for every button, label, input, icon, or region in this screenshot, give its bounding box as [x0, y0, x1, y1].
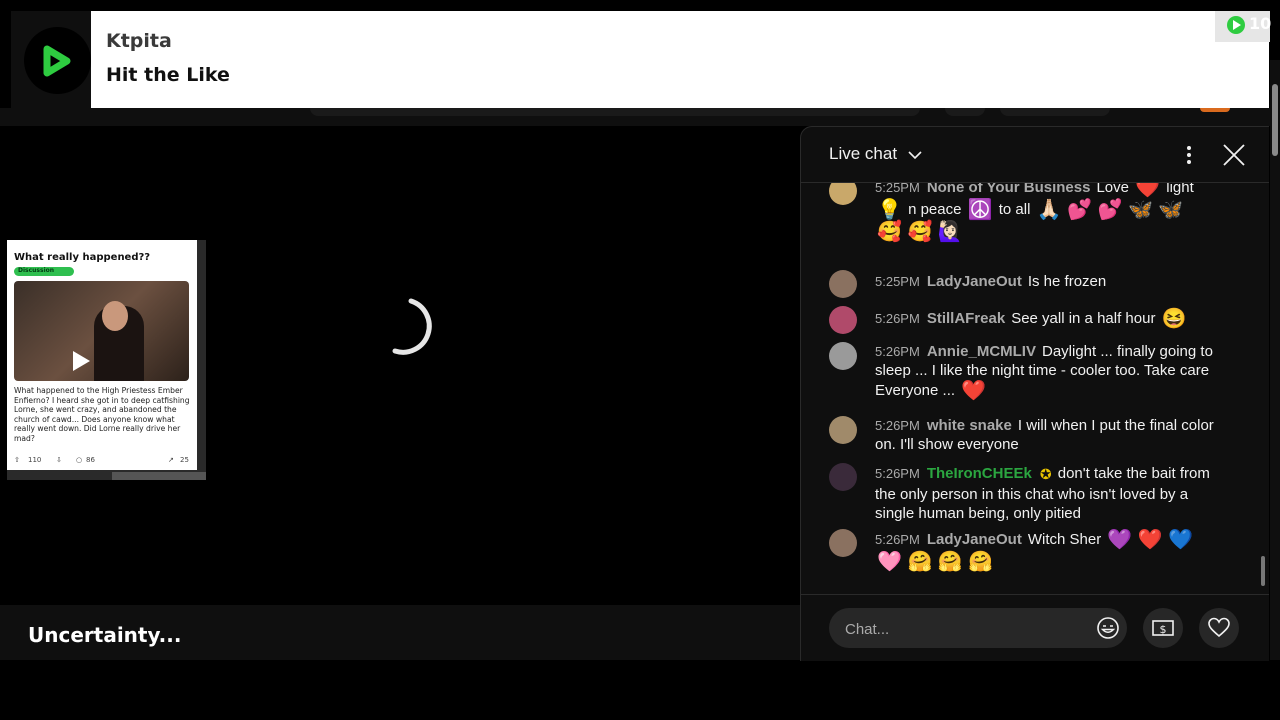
notification-banner[interactable]: Ktpita Hit the Like 10 — [0, 0, 1272, 108]
avatar[interactable] — [829, 416, 857, 444]
like-button[interactable] — [1199, 608, 1239, 648]
close-icon[interactable] — [1221, 142, 1247, 168]
chat-scroll-thumb[interactable] — [1261, 556, 1265, 586]
chat-input-box[interactable] — [829, 608, 1127, 648]
bulb-emoji-icon: 💡 — [877, 199, 902, 221]
post-tag: Discussion — [14, 267, 74, 276]
banner-background — [59, 11, 1269, 108]
message-text: n peace — [908, 200, 962, 218]
more-vert-icon[interactable] — [1179, 143, 1199, 167]
message-text: to all — [998, 200, 1031, 218]
page-scroll-thumb[interactable] — [1272, 84, 1278, 156]
downvote-icon: ⇩ — [56, 456, 62, 464]
search-bar-edge[interactable] — [310, 108, 920, 116]
share-count: 25 — [180, 456, 189, 464]
message-text: Witch Sher — [1027, 530, 1102, 548]
hug-emoji-icon: 🩷 🤗 🤗 🤗 — [877, 551, 994, 573]
message-time: 5:26PM — [875, 465, 920, 481]
avatar[interactable] — [829, 306, 857, 334]
avatar[interactable] — [829, 463, 857, 491]
message-text: Is he frozen — [1027, 273, 1107, 290]
account-avatar-edge[interactable] — [1200, 108, 1230, 112]
upvote-count: 110 — [28, 456, 42, 464]
dollar-icon: $ — [1152, 620, 1174, 636]
upvote-icon: ⇧ — [14, 456, 20, 464]
mic-button-edge[interactable] — [945, 108, 985, 116]
comment-icon: ○ — [76, 456, 83, 464]
super-chat-button[interactable]: $ — [1143, 608, 1183, 648]
message-author[interactable]: TheIronCHEEk — [927, 465, 1032, 482]
message-author[interactable]: white snake — [927, 417, 1012, 434]
video-overlay-card[interactable]: What really happened?? Discussion What h… — [7, 240, 206, 480]
message-text: I will when I put the final color on. I'… — [875, 417, 1214, 453]
heart-icon — [1208, 617, 1230, 638]
message-text: See yall in a half hour — [1011, 309, 1156, 327]
message-author[interactable]: LadyJaneOut — [927, 273, 1022, 290]
avatar[interactable] — [829, 270, 857, 298]
comment-count: 86 — [86, 456, 95, 464]
video-player[interactable]: What really happened?? Discussion What h… — [0, 126, 800, 605]
heart-emoji-icon: ❤️ — [961, 380, 987, 402]
moderator-badge-icon: ✪ — [1039, 466, 1052, 482]
message-text: Love — [1096, 183, 1129, 196]
message-time: 5:25PM — [875, 183, 920, 195]
chat-title[interactable]: Live chat — [829, 144, 897, 164]
person-face — [102, 301, 128, 331]
peace-emoji-icon: ☮️ — [967, 199, 993, 221]
message-author[interactable]: Annie_MCMLIV — [927, 343, 1036, 360]
emoji-icon[interactable] — [1095, 615, 1121, 641]
chat-header: Live chat — [801, 127, 1269, 183]
message-time: 5:26PM — [875, 531, 920, 547]
message-author[interactable]: None of Your Business — [927, 183, 1091, 196]
page-scrollbar[interactable] — [1270, 60, 1280, 660]
post-card: What really happened?? Discussion What h… — [7, 240, 197, 470]
post-title: What really happened?? — [14, 252, 151, 263]
play-logo-icon — [24, 27, 91, 94]
heart-emoji-icon: ❤️ — [1135, 183, 1161, 199]
avatar[interactable] — [829, 529, 857, 557]
share-icon: ↗ — [168, 456, 174, 464]
play-icon[interactable] — [70, 349, 92, 373]
banner-title: Ktpita — [106, 30, 172, 52]
overlay-progress-bar — [112, 472, 206, 480]
post-body: What happened to the High Priestess Embe… — [14, 386, 190, 443]
live-chat-panel: Live chat 5:25PM None of Your Business Lov… — [800, 126, 1269, 661]
chat-scrollbar[interactable] — [1259, 186, 1267, 596]
message-text: light — [1166, 183, 1194, 196]
laughing-emoji-icon: 😆 — [1161, 308, 1187, 330]
hearts-emoji-icon: 💜 ❤️ 💙 — [1107, 529, 1194, 551]
chat-input[interactable] — [843, 618, 1087, 640]
small-play-icon — [1227, 16, 1245, 34]
emoji-row-icon: 🥰 🥰 🙋🏻‍♀️ — [877, 221, 963, 243]
chat-footer: $ — [801, 594, 1269, 662]
avatar[interactable] — [829, 183, 857, 205]
banner-corner-count: 10 — [1249, 14, 1272, 33]
chevron-down-icon[interactable] — [907, 149, 923, 161]
banner-subtitle: Hit the Like — [106, 64, 230, 86]
svg-text:$: $ — [1160, 623, 1167, 636]
chat-messages: 5:25PM None of Your Business Love ❤️ light… — [801, 183, 1261, 593]
create-button-edge[interactable] — [1000, 108, 1110, 116]
message-time: 5:26PM — [875, 310, 920, 326]
message-text: Daylight ... finally going to sleep ... … — [875, 343, 1213, 399]
post-image — [14, 281, 189, 381]
loading-spinner-icon — [392, 298, 432, 355]
message-time: 5:26PM — [875, 418, 920, 433]
video-title: Uncertainty... — [28, 623, 182, 647]
emoji-row-icon: 🙏🏻 💕 💕 🦋 🦋 — [1036, 199, 1184, 221]
message-author[interactable]: StillAFreak — [927, 310, 1005, 327]
message-time: 5:26PM — [875, 344, 920, 359]
banner-corner-badge: 10 — [1215, 11, 1272, 42]
avatar[interactable] — [829, 342, 857, 370]
header-strip — [0, 108, 1270, 126]
message-time: 5:25PM — [875, 274, 920, 289]
message-author[interactable]: LadyJaneOut — [927, 531, 1022, 548]
video-title-bar: Uncertainty... — [0, 605, 800, 660]
